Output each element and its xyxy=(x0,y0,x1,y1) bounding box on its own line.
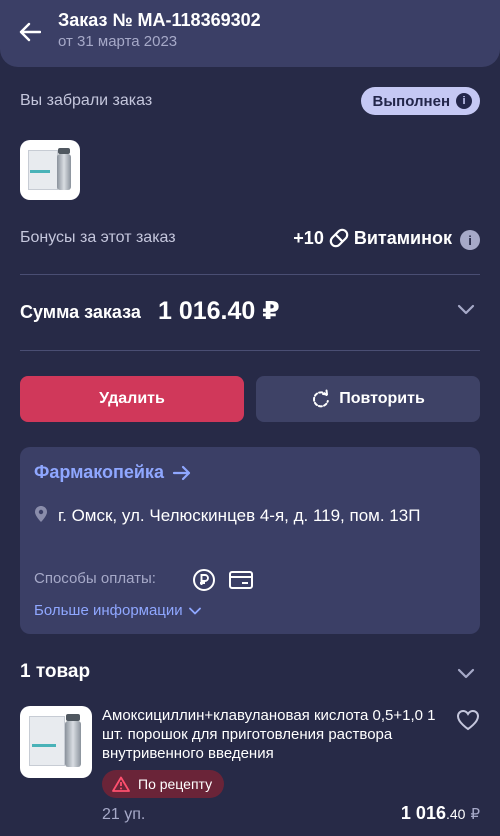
items-count-title: 1 товар xyxy=(20,661,91,682)
prescription-badge: По рецепту xyxy=(102,770,225,798)
vial-image xyxy=(65,721,81,767)
prescription-badge-label: По рецепту xyxy=(138,776,213,792)
chevron-down-icon xyxy=(457,304,475,315)
divider xyxy=(20,350,480,351)
product-quantity: 21 уп. xyxy=(102,806,146,823)
pharmacy-address: г. Омск, ул. Челюскинцев 4-я, д. 119, по… xyxy=(58,506,421,525)
divider xyxy=(20,274,480,275)
bonus-payment-icon xyxy=(193,569,215,591)
order-status-text: Вы забрали заказ xyxy=(20,92,153,109)
order-sum-label: Сумма заказа xyxy=(20,302,141,322)
order-title: Заказ № МА-118369302 xyxy=(58,10,261,30)
order-date: от 31 марта 2023 xyxy=(58,33,178,50)
delete-button[interactable]: Удалить xyxy=(20,376,244,422)
order-sum-value: 1 016.40 ₽ xyxy=(158,297,280,325)
bonus-label: Бонусы за этот заказ xyxy=(20,229,176,246)
product-name[interactable]: Амоксициллин+клавулановая кислота 0,5+1,… xyxy=(102,706,442,763)
info-icon: i xyxy=(456,93,472,109)
chevron-down-icon xyxy=(457,668,475,679)
arrow-left-icon xyxy=(19,22,41,42)
vial-image xyxy=(57,154,71,190)
bonus-unit: Витаминок xyxy=(353,227,452,248)
repeat-button-label: Повторить xyxy=(339,390,425,407)
bonus-amount: +10 xyxy=(293,227,324,248)
sum-expand-button[interactable] xyxy=(456,300,476,320)
more-info-toggle[interactable]: Больше информации xyxy=(34,602,201,619)
package-stripe xyxy=(30,170,50,173)
status-badge[interactable]: Выполнен i xyxy=(360,87,480,115)
payment-methods-label: Способы оплаты: xyxy=(34,570,156,587)
product-price-main: 1 016 xyxy=(400,803,446,823)
delete-button-label: Удалить xyxy=(99,390,165,407)
product-price: 1 016.40 ₽ xyxy=(401,803,480,824)
bonus-info-icon[interactable]: i xyxy=(460,230,480,250)
repeat-button[interactable]: Повторить xyxy=(256,376,480,422)
heart-icon[interactable] xyxy=(456,709,480,731)
product-thumbnail[interactable] xyxy=(20,140,80,200)
bonus-value: +10 Витаминок xyxy=(293,227,452,249)
vial-cap xyxy=(66,714,80,721)
order-header: Заказ № МА-118369302 от 31 марта 2023 xyxy=(0,0,500,67)
back-button[interactable] xyxy=(14,16,46,48)
product-item-thumbnail[interactable] xyxy=(20,706,92,778)
arrow-right-icon xyxy=(172,465,191,480)
pharmacy-card: Фармакопейка г. Омск, ул. Челюскинцев 4-… xyxy=(20,447,480,634)
warning-icon xyxy=(112,776,130,792)
package-stripe xyxy=(32,744,56,747)
more-info-label: Больше информации xyxy=(34,602,183,619)
pharmacy-name: Фармакопейка xyxy=(34,462,164,482)
card-payment-icon xyxy=(229,571,253,589)
location-pin-icon xyxy=(35,506,47,522)
product-price-currency: ₽ xyxy=(470,806,480,823)
chevron-down-icon xyxy=(188,607,201,614)
pharmacy-link[interactable]: Фармакопейка xyxy=(34,462,192,483)
pill-tag-icon xyxy=(329,228,349,248)
product-price-cents: .40 xyxy=(445,806,466,822)
package-image xyxy=(29,716,65,766)
status-badge-label: Выполнен xyxy=(372,92,450,110)
items-expand-button[interactable] xyxy=(456,664,476,684)
refresh-icon xyxy=(313,389,330,408)
